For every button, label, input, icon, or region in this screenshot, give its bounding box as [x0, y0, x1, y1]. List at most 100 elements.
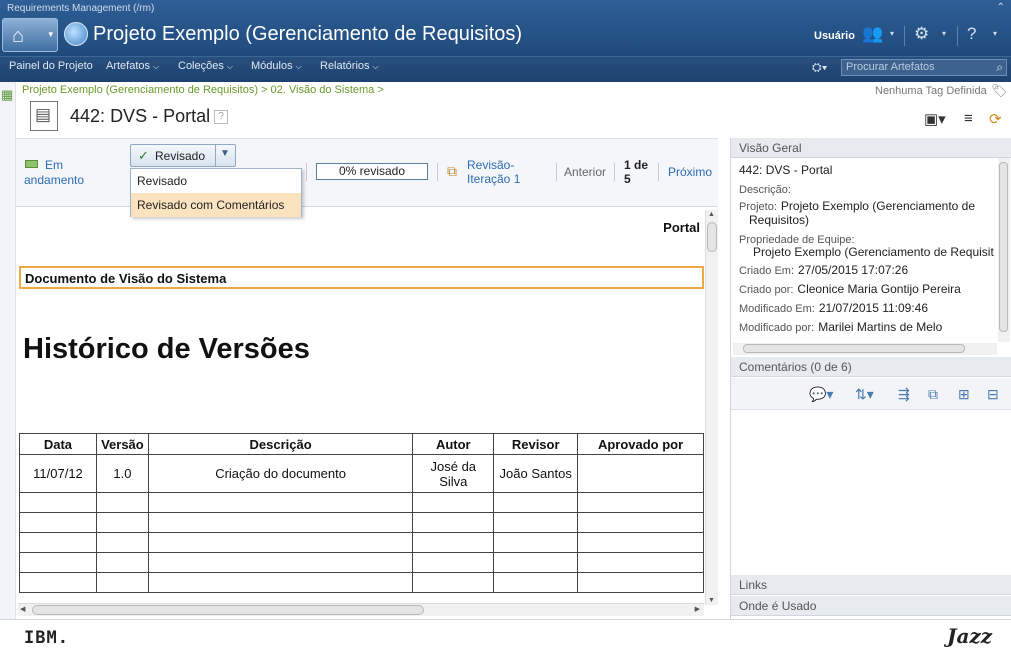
toolbar-divider	[658, 163, 659, 181]
overview-horizontal-scrollbar[interactable]	[733, 343, 997, 355]
overview-vertical-scrollbar[interactable]	[998, 158, 1010, 342]
document-horizontal-scrollbar[interactable]: ◀ ▶	[18, 603, 704, 616]
review-iteration-link[interactable]: Revisão- Iteração 1	[467, 158, 520, 186]
search-icon[interactable]: ⌕	[996, 60, 1003, 75]
nav-collections[interactable]: Coleções ⌵	[178, 60, 233, 72]
table-cell	[412, 492, 495, 513]
table-cell: Criação do documento	[147, 454, 414, 493]
comments-section-header[interactable]: Comentários (0 de 6)	[731, 357, 1011, 377]
scroll-left-icon[interactable]: ◀	[20, 605, 25, 613]
scrollbar-thumb[interactable]	[743, 344, 965, 353]
next-button[interactable]: Próximo	[668, 165, 712, 179]
column-header: Versão	[95, 433, 149, 455]
tag-icon[interactable]: 🏷	[991, 83, 1008, 99]
project-title[interactable]: Projeto Exemplo (Gerenciamento de Requis…	[93, 23, 522, 46]
nav-modules-label: Módulos	[251, 60, 293, 72]
collapse-all-icon[interactable]: ⊟	[987, 386, 999, 403]
overview-team-value: Projeto Exemplo (Gerenciamento de Requis…	[753, 245, 994, 259]
expand-all-icon[interactable]: ⊞	[958, 386, 970, 403]
table-cell: João Santos	[493, 454, 579, 493]
document-icon: ▤	[35, 105, 52, 124]
table-cell	[19, 492, 97, 513]
table-cell	[147, 512, 414, 533]
nav-reports[interactable]: Relatórios ⌵	[320, 60, 379, 72]
chevron-down-icon: ⌵	[295, 62, 302, 71]
menu-item-reviewed[interactable]: Revisado	[131, 169, 301, 193]
search-artifacts-input[interactable]: Procurar Artefatos ⌕	[841, 59, 1007, 76]
iteration-line-1: Revisão-	[467, 158, 515, 172]
user-menu[interactable]: Usuário	[814, 30, 855, 42]
jazz-logo: Jazz	[947, 624, 993, 648]
overview-project: Projeto: Projeto Exemplo (Gerenciamento d…	[739, 199, 975, 213]
team-icon[interactable]: 👥	[862, 24, 883, 44]
created-value: 27/05/2015 17:07:26	[798, 263, 909, 277]
chevron-down-icon[interactable]: ▾	[942, 29, 946, 38]
home-menu-button[interactable]: ⌂ ▾	[2, 18, 58, 52]
scrollbar-thumb[interactable]	[707, 222, 717, 252]
checkmark-icon: ✓	[138, 148, 149, 163]
menu-icon[interactable]: ≡	[964, 110, 973, 127]
links-section-header[interactable]: Links	[731, 575, 1011, 595]
search-placeholder: Procurar Artefatos	[846, 61, 935, 73]
filter-icon[interactable]: ⇶	[898, 386, 910, 403]
mark-reviewed-split-button[interactable]: ✓ Revisado ▼	[130, 144, 236, 167]
version-history-heading: Histórico de Versões	[23, 333, 310, 365]
main-navigation: Painel do Projeto Artefatos ⌵ Coleções ⌵ M…	[0, 56, 1011, 82]
table-cell	[577, 512, 704, 533]
table-cell	[147, 572, 414, 593]
artifact-help-icon[interactable]: ?	[214, 110, 228, 124]
right-side-panel: Visão Geral 442: DVS - Portal Descrição:…	[730, 138, 1011, 619]
table-cell	[412, 532, 495, 553]
app-header-bar: Requirements Management (/rm) ⌃ ⌂ ▾ Proj…	[0, 0, 1011, 56]
nav-artifacts[interactable]: Artefatos ⌵	[106, 60, 159, 72]
where-used-section-header[interactable]: Onde é Usado	[731, 596, 1011, 616]
chevron-down-icon[interactable]: ▾	[993, 29, 997, 38]
help-icon[interactable]: ?	[967, 24, 976, 44]
chevron-down-icon: ▾	[48, 29, 53, 39]
status-line-1: Em	[45, 158, 63, 172]
scroll-up-icon[interactable]: ▲	[708, 211, 715, 218]
artifact-type-filter-icon[interactable]: ⛭▾	[812, 60, 827, 75]
artifact-icon: ▤	[30, 101, 58, 131]
review-status-link[interactable]: Em andamento	[24, 158, 98, 188]
overview-description: Descrição:	[739, 182, 795, 196]
document-portal-label: Portal	[663, 220, 700, 235]
chevron-down-icon: ⌵	[153, 62, 160, 71]
dropdown-arrow-icon[interactable]: ▼	[220, 148, 230, 159]
table-cell	[95, 512, 149, 533]
iteration-line-2: Iteração 1	[467, 172, 521, 186]
table-cell	[577, 532, 704, 553]
toolbar-divider	[437, 163, 438, 181]
previous-button[interactable]: Anterior	[564, 165, 606, 179]
nav-modules[interactable]: Módulos ⌵	[251, 60, 302, 72]
grid-view-icon[interactable]: ▦	[1, 87, 13, 103]
scroll-down-icon[interactable]: ▼	[708, 597, 715, 604]
breadcrumb[interactable]: Projeto Exemplo (Gerenciamento de Requis…	[22, 84, 384, 96]
gear-icon[interactable]: ⚙	[914, 24, 929, 44]
document-vertical-scrollbar[interactable]: ▲ ▼	[705, 210, 718, 605]
menu-item-reviewed-with-comments[interactable]: Revisado com Comentários	[131, 193, 301, 217]
app-name: Requirements Management (/rm)	[7, 3, 155, 14]
nav-project-dashboard[interactable]: Painel do Projeto	[9, 60, 93, 72]
artifact-name: DVS - Portal	[110, 106, 211, 126]
table-cell	[493, 532, 579, 553]
created-label: Criado Em:	[739, 265, 795, 277]
view-options-icon[interactable]: ▣▾	[924, 110, 946, 128]
table-cell	[577, 492, 704, 513]
refresh-icon[interactable]: ⟳	[989, 110, 1002, 128]
reviewed-button-label: Revisado	[155, 149, 206, 163]
overview-modified: Modificado Em: 21/07/2015 11:09:46	[739, 301, 928, 315]
header-divider	[904, 26, 905, 46]
document-vision-heading[interactable]: Documento de Visão do Sistema	[19, 266, 704, 289]
scroll-right-icon[interactable]: ▶	[695, 605, 700, 613]
add-comment-icon[interactable]: 💬▾	[809, 386, 833, 403]
scrollbar-thumb[interactable]	[32, 605, 424, 615]
sort-icon[interactable]: ⇅▾	[855, 386, 874, 403]
toolbar-divider	[306, 163, 307, 181]
comment-options-icon[interactable]: ⧉	[928, 386, 938, 403]
column-header: Descrição	[147, 433, 414, 455]
overview-section-header[interactable]: Visão Geral	[731, 138, 1011, 158]
chevron-down-icon[interactable]: ▾	[890, 29, 894, 38]
scrollbar-thumb[interactable]	[999, 162, 1008, 332]
collapse-header-icon[interactable]: ⌃	[997, 2, 1005, 13]
